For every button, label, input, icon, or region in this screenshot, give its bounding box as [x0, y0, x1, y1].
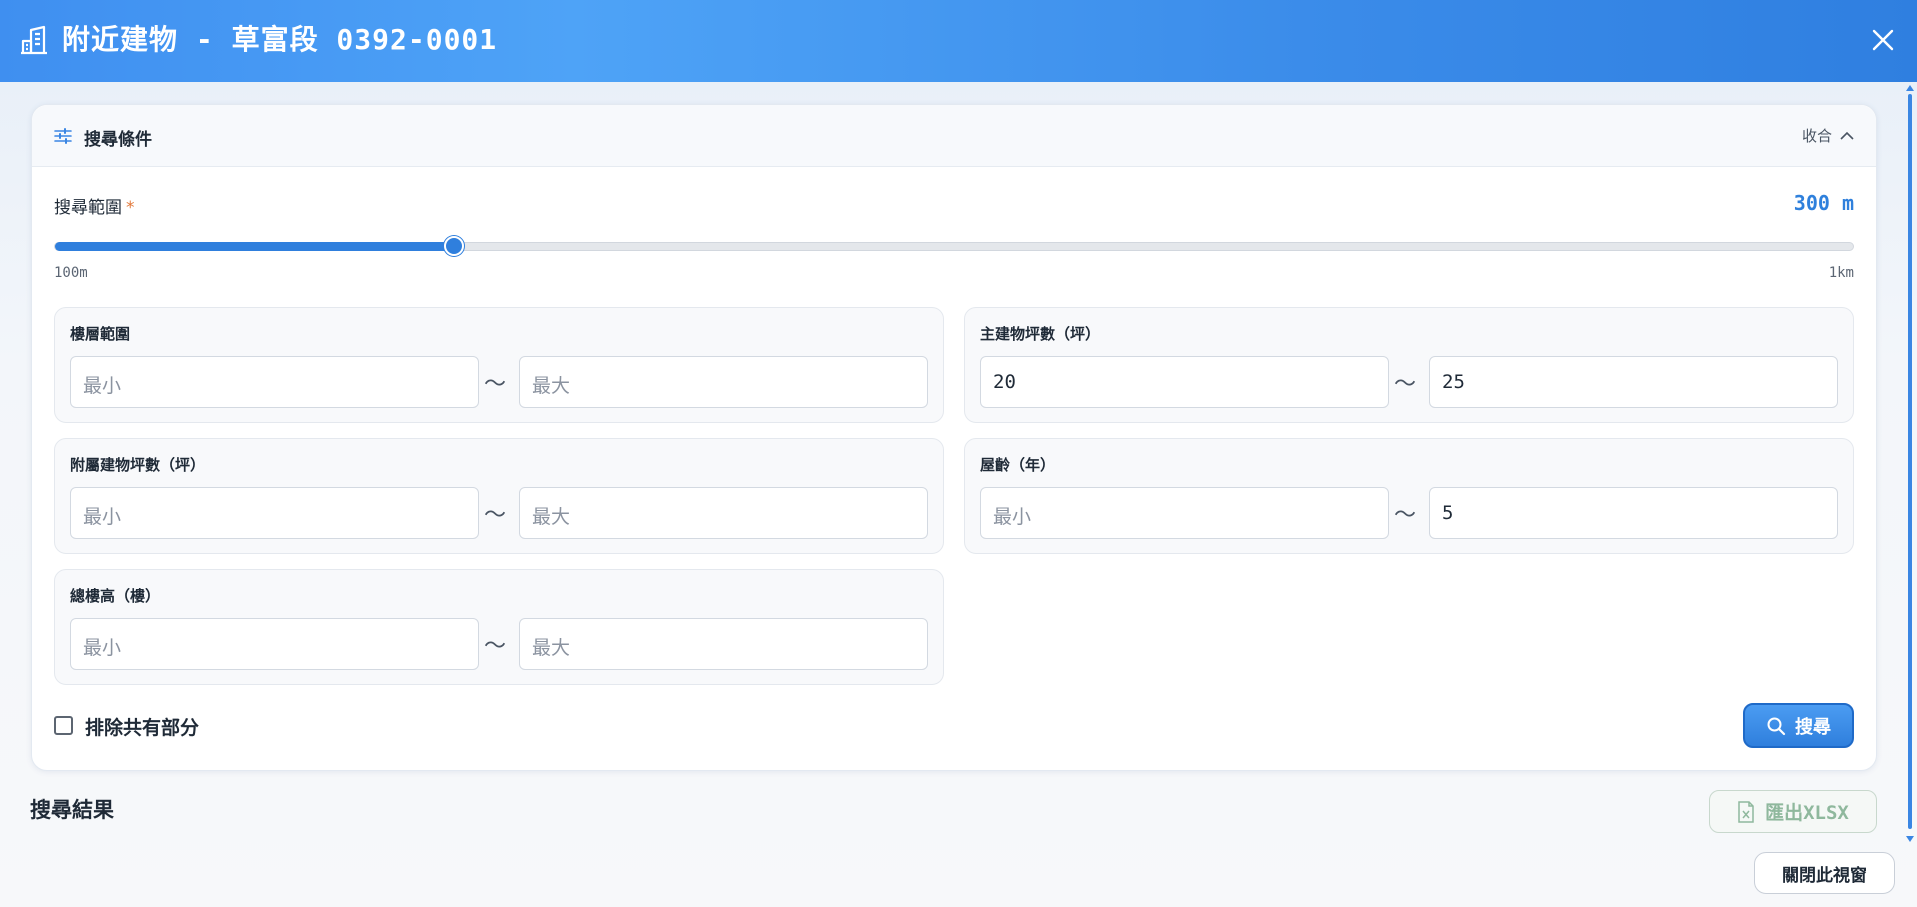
attached-area-min-input[interactable]: 最小 [70, 487, 479, 539]
scroll-up-arrow-icon[interactable] [1906, 85, 1914, 91]
sliders-icon [54, 128, 72, 144]
close-icon[interactable] [1867, 24, 1899, 56]
dialog-title: 附近建物 - 草富段 0392-0001 [62, 23, 498, 56]
slider-max-label: 1km [1828, 265, 1854, 281]
slider-min-label: 100m [54, 265, 88, 281]
search-button[interactable]: 搜尋 [1743, 703, 1854, 748]
attached-area-max-input[interactable]: 最大 [519, 487, 928, 539]
slider-handle[interactable] [444, 236, 464, 256]
range-separator: ～ [484, 372, 507, 397]
scroll-down-arrow-icon[interactable] [1906, 836, 1914, 842]
main-area-min-value: 20 [993, 371, 1016, 393]
floor-min-input[interactable]: 最小 [70, 356, 479, 408]
floor-min-placeholder: 最小 [83, 375, 122, 397]
total-floors-min-placeholder: 最小 [83, 637, 122, 659]
main-area-min-input[interactable]: 20 [980, 356, 1389, 408]
scrollbar[interactable] [1903, 82, 1917, 842]
building-age-label: 屋齡（年） [980, 456, 1056, 474]
main-area-max-input[interactable]: 25 [1429, 356, 1838, 408]
panel-header: 搜尋條件 收合 [32, 105, 1876, 167]
required-mark: * [126, 198, 135, 218]
attached-area-group: 附屬建物坪數（坪） 最小 ～ 最大 [54, 438, 944, 554]
collapse-label: 收合 [1801, 127, 1832, 145]
slider-fill [55, 242, 455, 251]
export-xlsx-button[interactable]: 匯出XLSX [1709, 790, 1877, 833]
scroll-thumb[interactable] [1908, 94, 1912, 829]
export-xlsx-label: 匯出XLSX [1765, 802, 1849, 824]
attached-area-min-placeholder: 最小 [83, 506, 122, 528]
main-area-max-value: 25 [1442, 371, 1465, 393]
attached-area-max-placeholder: 最大 [532, 506, 571, 528]
total-floors-min-input[interactable]: 最小 [70, 618, 479, 670]
building-icon [21, 25, 47, 55]
total-floors-max-placeholder: 最大 [532, 637, 571, 659]
chevron-up-icon [1840, 131, 1854, 140]
building-age-max-value: 5 [1442, 502, 1454, 524]
building-age-min-input[interactable]: 最小 [980, 487, 1389, 539]
range-separator: ～ [1394, 503, 1417, 528]
range-separator: ～ [484, 634, 507, 659]
floor-max-input[interactable]: 最大 [519, 356, 928, 408]
floor-range-group: 樓層範圍 最小 ～ 最大 [54, 307, 944, 423]
total-floors-max-input[interactable]: 最大 [519, 618, 928, 670]
range-separator: ～ [484, 503, 507, 528]
results-title: 搜尋結果 [30, 798, 114, 822]
main-area-group: 主建物坪數（坪） 20 ～ 25 [964, 307, 1854, 423]
search-icon [1767, 717, 1786, 735]
search-range-label: 搜尋範圍 * [54, 193, 135, 218]
exclude-shared-label[interactable]: 排除共有部分 [85, 713, 199, 740]
search-button-label: 搜尋 [1795, 716, 1831, 738]
building-age-max-input[interactable]: 5 [1429, 487, 1838, 539]
search-range-slider[interactable] [54, 242, 1854, 251]
exclude-shared-checkbox[interactable] [54, 716, 73, 735]
building-age-min-placeholder: 最小 [993, 506, 1032, 528]
main-area-label: 主建物坪數（坪） [980, 325, 1101, 343]
floor-max-placeholder: 最大 [532, 375, 571, 397]
range-separator: ～ [1394, 372, 1417, 397]
total-floors-group: 總樓高（樓） 最小 ～ 最大 [54, 569, 944, 685]
collapse-button[interactable]: 收合 [1802, 125, 1854, 146]
total-floors-label: 總樓高（樓） [70, 587, 161, 605]
search-range-value: 300 m [1793, 191, 1854, 215]
search-range-label-text: 搜尋範圍 [54, 198, 122, 218]
close-window-button[interactable]: 關閉此視窗 [1754, 852, 1895, 894]
attached-area-label: 附屬建物坪數（坪） [70, 456, 206, 474]
panel-title: 搜尋條件 [84, 130, 152, 150]
search-conditions-panel: 搜尋條件 收合 搜尋範圍 * 300 m 100m 1km 樓層範圍 最小 ～ 最… [31, 104, 1877, 771]
building-age-group: 屋齡（年） 最小 ～ 5 [964, 438, 1854, 554]
floor-range-label: 樓層範圍 [70, 325, 131, 343]
excel-file-icon [1738, 800, 1754, 823]
dialog-header: 附近建物 - 草富段 0392-0001 [0, 0, 1917, 82]
